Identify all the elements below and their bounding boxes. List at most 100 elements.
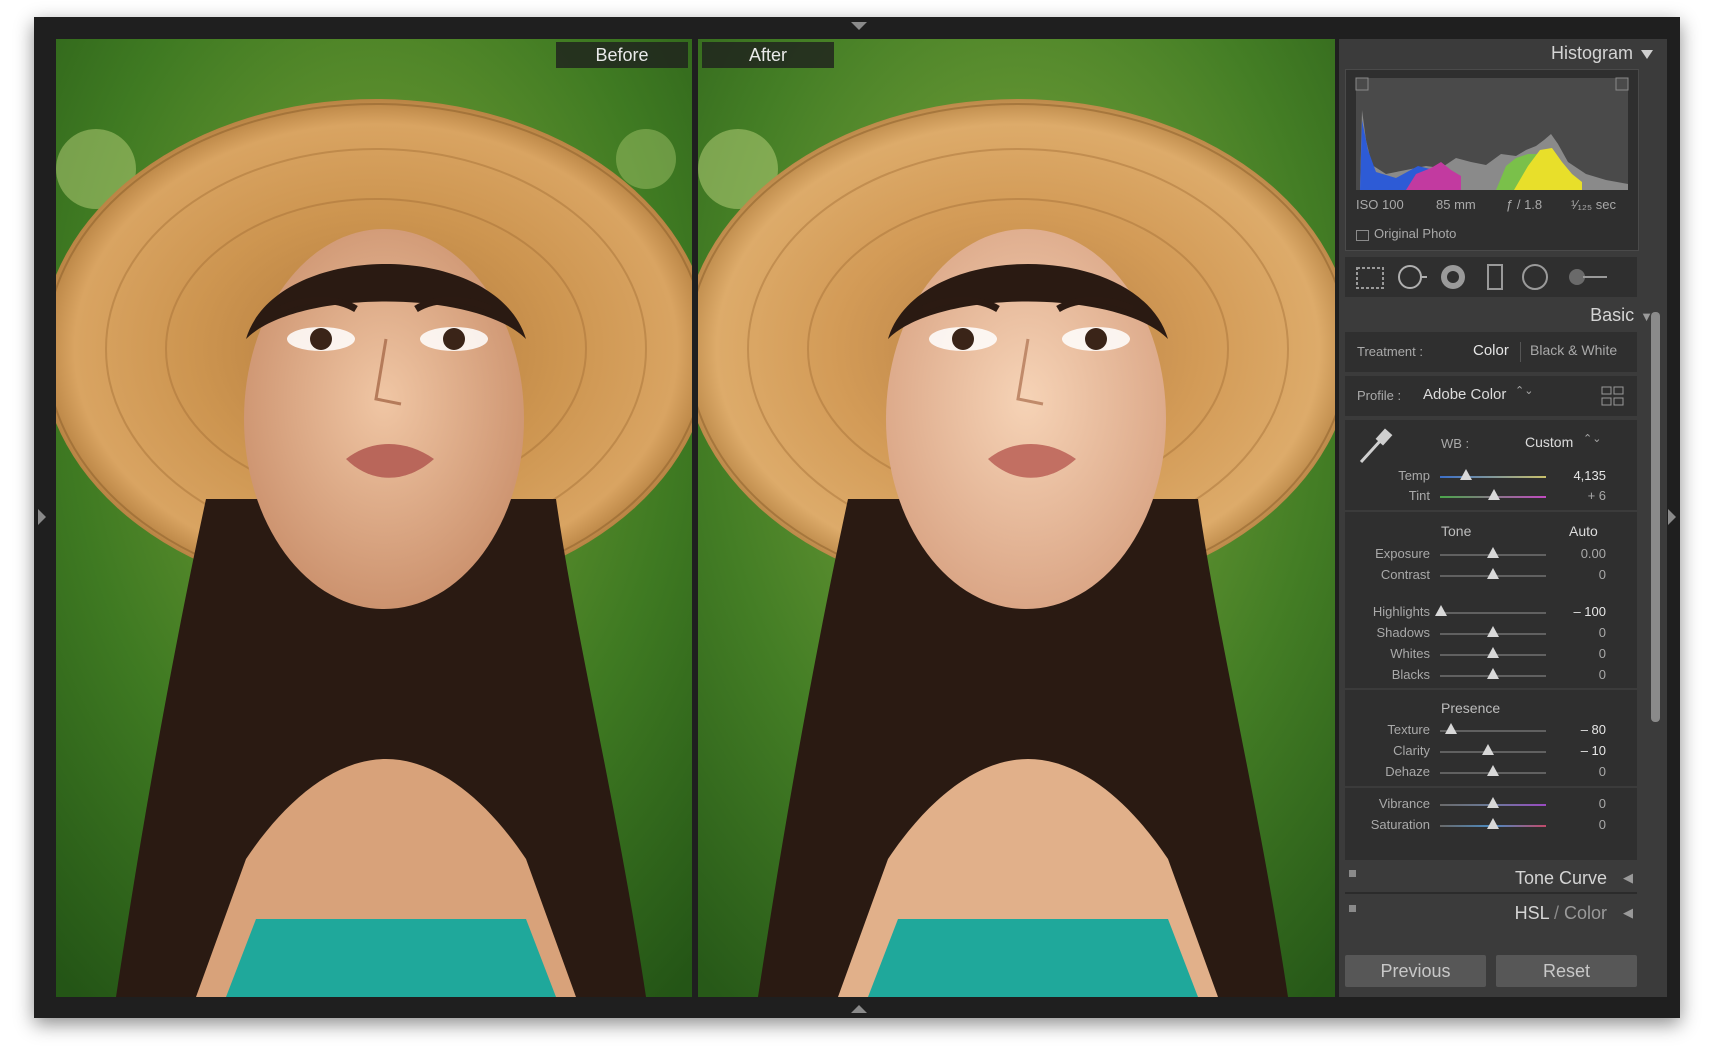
treatment-row: Treatment : Color Black & White — [1345, 332, 1637, 372]
tint-value[interactable]: + 6 — [1556, 488, 1606, 503]
red-eye-icon[interactable] — [1439, 263, 1467, 291]
shutter-readout: ¹⁄₁₂₅ sec — [1571, 197, 1617, 212]
radial-filter-icon[interactable] — [1521, 263, 1549, 291]
texture-value[interactable]: – 80 — [1556, 722, 1606, 737]
top-panel-toggle-icon[interactable] — [851, 22, 867, 30]
portrait-image-retouched — [698, 39, 1335, 997]
vibrance-value[interactable]: 0 — [1556, 796, 1606, 811]
divider — [1520, 342, 1521, 362]
texture-label: Texture — [1387, 722, 1430, 737]
expand-triangle-icon[interactable]: ◀ — [1623, 905, 1633, 921]
before-photo[interactable]: Before — [56, 39, 692, 997]
blacks-value[interactable]: 0 — [1556, 667, 1606, 682]
tint-label: Tint — [1408, 488, 1430, 503]
exposure-value[interactable]: 0.00 — [1556, 546, 1606, 561]
clarity-label: Clarity — [1393, 743, 1430, 758]
treatment-label: Treatment : — [1357, 344, 1423, 359]
temp-slider-track[interactable] — [1440, 476, 1546, 478]
saturation-value[interactable]: 0 — [1556, 817, 1606, 832]
tool-strip — [1345, 257, 1637, 297]
aperture-readout: ƒ / 1.8 — [1506, 197, 1543, 212]
profile-row: Profile : Adobe Color ⌃⌄ — [1345, 376, 1637, 416]
presence-label: Presence — [1441, 700, 1501, 716]
dehaze-slider-thumb[interactable] — [1487, 765, 1499, 776]
texture-slider-thumb[interactable] — [1445, 723, 1457, 734]
portrait-image — [56, 39, 692, 997]
adjustment-brush-icon[interactable] — [1567, 267, 1609, 287]
hsl-tab[interactable]: HSL — [1515, 903, 1549, 923]
histogram-header[interactable]: Histogram — [1551, 43, 1653, 64]
dehaze-value[interactable]: 0 — [1556, 764, 1606, 779]
vibrance-slider-thumb[interactable] — [1487, 797, 1499, 808]
treatment-bw-option[interactable]: Black & White — [1530, 342, 1617, 358]
original-photo-checkbox[interactable] — [1356, 230, 1369, 241]
shadows-label: Shadows — [1376, 625, 1430, 640]
crop-overlay-icon[interactable] — [1355, 265, 1385, 291]
profile-browser-icon[interactable] — [1601, 385, 1625, 407]
panel-scrollbar[interactable] — [1651, 312, 1660, 722]
previous-button[interactable]: Previous — [1345, 955, 1486, 987]
blacks-label: Blacks — [1391, 667, 1430, 682]
temp-slider-thumb[interactable] — [1460, 469, 1472, 480]
profile-label: Profile : — [1357, 388, 1402, 403]
shadows-slider-thumb[interactable] — [1487, 626, 1499, 637]
hsl-color-header[interactable]: HSL / Color ◀ — [1345, 901, 1637, 927]
temp-value[interactable]: 4,135 — [1556, 468, 1606, 483]
whites-label: Whites — [1390, 646, 1430, 661]
graduated-filter-icon[interactable] — [1485, 263, 1505, 291]
basic-adjustments: WB : Custom ⌃⌄ Temp 4,135 Tint + 6 Tone … — [1345, 420, 1637, 860]
iso-readout: ISO 100 — [1356, 197, 1404, 212]
highlights-slider-track[interactable] — [1440, 612, 1546, 614]
spot-removal-icon[interactable] — [1397, 263, 1427, 291]
reset-button[interactable]: Reset — [1496, 955, 1637, 987]
whites-slider-thumb[interactable] — [1487, 647, 1499, 658]
highlights-label: Highlights — [1372, 604, 1430, 619]
whites-value[interactable]: 0 — [1556, 646, 1606, 661]
clarity-slider-thumb[interactable] — [1482, 744, 1494, 755]
section-divider — [1345, 510, 1637, 512]
treatment-color-option[interactable]: Color — [1473, 342, 1509, 359]
saturation-slider-thumb[interactable] — [1487, 818, 1499, 829]
right-panel-toggle-icon[interactable] — [1668, 509, 1676, 525]
lightroom-develop-window: Before After Histogram ISO 100 85 mm ƒ /… — [34, 17, 1680, 1018]
after-photo[interactable]: After — [698, 39, 1335, 997]
tone-curve-header[interactable]: Tone Curve ◀ — [1345, 866, 1637, 894]
exposure-slider-thumb[interactable] — [1487, 547, 1499, 558]
left-panel-toggle-icon[interactable] — [38, 509, 46, 525]
blacks-slider-thumb[interactable] — [1487, 668, 1499, 679]
wb-dropdown-arrows-icon[interactable]: ⌃⌄ — [1583, 432, 1601, 445]
focal-length-readout: 85 mm — [1436, 197, 1476, 212]
bottom-panel-toggle-icon[interactable] — [851, 1005, 867, 1013]
contrast-value[interactable]: 0 — [1556, 567, 1606, 582]
profile-dropdown[interactable]: Adobe Color — [1423, 386, 1506, 403]
section-divider — [1345, 786, 1637, 788]
highlights-value[interactable]: – 100 — [1556, 604, 1606, 619]
contrast-slider-thumb[interactable] — [1487, 568, 1499, 579]
clarity-value[interactable]: – 10 — [1556, 743, 1606, 758]
histogram-title: Histogram — [1550, 43, 1633, 63]
auto-tone-button[interactable]: Auto — [1569, 523, 1598, 539]
dehaze-label: Dehaze — [1385, 764, 1430, 779]
eyedropper-icon[interactable] — [1355, 426, 1395, 466]
tone-curve-title: Tone Curve — [1514, 868, 1607, 888]
right-panel: Histogram ISO 100 85 mm ƒ / 1.8 ¹⁄₁₂₅ se… — [1339, 39, 1667, 997]
wb-dropdown[interactable]: Custom — [1525, 434, 1573, 450]
tab-separator: / — [1548, 903, 1564, 923]
tint-slider-thumb[interactable] — [1488, 489, 1500, 500]
contrast-label: Contrast — [1380, 567, 1430, 582]
after-label: After — [702, 42, 834, 68]
expand-triangle-icon[interactable]: ◀ — [1623, 870, 1633, 886]
shadows-value[interactable]: 0 — [1556, 625, 1606, 640]
basic-header[interactable]: Basic ▼ — [1590, 305, 1653, 326]
color-tab[interactable]: Color — [1564, 903, 1607, 923]
highlights-slider-thumb[interactable] — [1435, 605, 1447, 616]
original-photo-label: Original Photo — [1374, 226, 1457, 241]
tone-label: Tone — [1441, 523, 1472, 539]
profile-dropdown-arrows-icon[interactable]: ⌃⌄ — [1515, 384, 1533, 397]
before-label: Before — [556, 42, 688, 68]
panel-switch-icon[interactable] — [1349, 870, 1356, 877]
basic-title: Basic — [1590, 305, 1635, 325]
panel-switch-icon[interactable] — [1349, 905, 1356, 912]
collapse-triangle-icon[interactable] — [1641, 49, 1653, 59]
hsl-color-title: HSL / Color — [1515, 903, 1607, 924]
